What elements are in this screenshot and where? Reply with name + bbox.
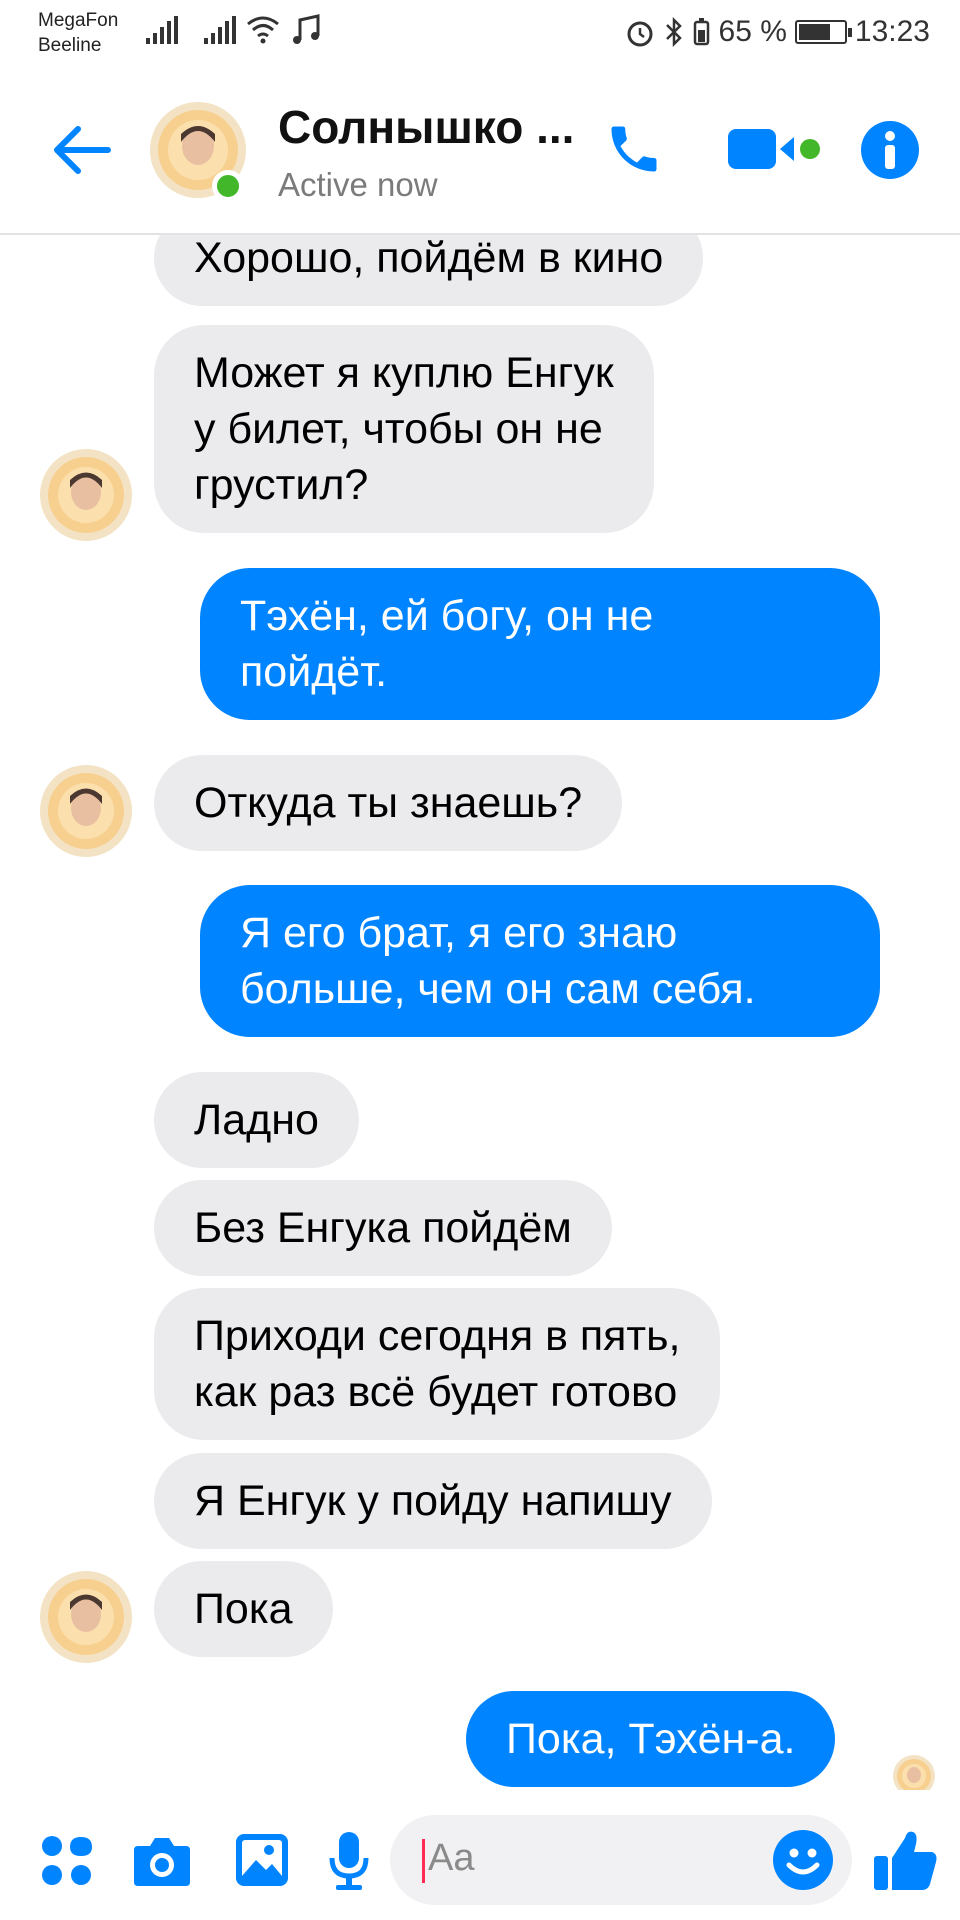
- message-line: Без Енгука пойдём: [194, 1204, 572, 1252]
- thumbs-up-icon[interactable]: [872, 1826, 940, 1894]
- signal-1-icon: [146, 16, 178, 44]
- composer-bar: Aa: [0, 1790, 960, 1920]
- message-line: Пока, Тэхён-а.: [506, 1715, 796, 1763]
- carrier-1: MegaFon: [38, 10, 119, 31]
- message-bubble-outgoing[interactable]: Пока, Тэхён-а.: [466, 1691, 836, 1787]
- status-right: 65 % 13:23: [625, 14, 930, 50]
- message-line: Может я куплю Енгук: [194, 349, 614, 397]
- message-bubble-outgoing[interactable]: Тэхён, ей богу, он не пойдёт.: [200, 568, 880, 720]
- message-bubble-incoming[interactable]: Без Енгука пойдём: [154, 1180, 612, 1276]
- status-bar: MegaFon Beeline 65 % 13:23: [0, 0, 960, 70]
- message-line: Приходи сегодня в пять,: [194, 1312, 681, 1360]
- message-bubble-incoming[interactable]: Может я куплю Енгук у билет, чтобы он не…: [154, 325, 654, 533]
- message-input[interactable]: Aa: [390, 1815, 852, 1905]
- message-bubble-incoming[interactable]: Пока: [154, 1561, 333, 1657]
- carrier-names: MegaFon Beeline: [38, 8, 118, 58]
- battery-fill: [798, 24, 831, 40]
- online-indicator: [212, 170, 244, 202]
- message-bubble-incoming[interactable]: Хорошо, пойдём в кино: [154, 235, 704, 306]
- microphone-icon[interactable]: [328, 1830, 370, 1892]
- message-line: как раз всё будет готово: [194, 1368, 678, 1416]
- text-cursor: [422, 1839, 425, 1883]
- music-note-icon: [293, 14, 320, 44]
- message-line: Я Енгук у пойду напишу: [194, 1477, 672, 1525]
- message-bubble-outgoing[interactable]: Я его брат, я его знаю больше, чем он са…: [200, 885, 880, 1037]
- contact-avatar-small[interactable]: [40, 765, 132, 857]
- battery-icon: [794, 20, 852, 44]
- message-bubble-incoming[interactable]: Я Енгук у пойду напишу: [154, 1453, 712, 1549]
- signal-2-icon: [204, 16, 236, 44]
- video-camera-icon[interactable]: [728, 125, 822, 173]
- four-dots-icon[interactable]: [40, 1834, 94, 1888]
- image-icon[interactable]: [234, 1832, 290, 1888]
- clock: 13:23: [854, 15, 930, 48]
- message-line: Откуда ты знаешь?: [194, 779, 583, 827]
- message-line: Пока: [194, 1585, 293, 1633]
- conversation-header: Солнышко ... Active now: [0, 70, 960, 235]
- message-bubble-incoming[interactable]: Откуда ты знаешь?: [154, 755, 623, 851]
- message-list[interactable]: Хорошо, пойдём в кино Может я куплю Енгу…: [0, 235, 960, 1790]
- contact-name[interactable]: Солнышко ...: [278, 100, 574, 154]
- message-bubble-incoming[interactable]: Ладно: [154, 1072, 359, 1168]
- back-arrow-icon[interactable]: [52, 125, 112, 175]
- contact-avatar-small[interactable]: [40, 449, 132, 541]
- info-icon[interactable]: [860, 120, 920, 180]
- message-line: Я его брат, я его знаю: [240, 909, 678, 957]
- message-bubble-incoming[interactable]: Приходи сегодня в пять, как раз всё буде…: [154, 1288, 721, 1440]
- contact-status: Active now: [278, 166, 438, 203]
- camera-icon[interactable]: [132, 1834, 192, 1888]
- bluetooth-icon: [665, 17, 682, 47]
- message-line: Хорошо, пойдём в кино: [194, 235, 664, 282]
- message-line: пойдёт.: [240, 648, 388, 696]
- message-line: Тэхён, ей богу, он не: [240, 592, 654, 640]
- smiley-icon[interactable]: [772, 1829, 834, 1891]
- battery-percent: 65 %: [718, 15, 787, 48]
- carrier-2: Beeline: [38, 35, 102, 56]
- contact-avatar-small[interactable]: [40, 1571, 132, 1663]
- message-line: грустил?: [194, 461, 369, 509]
- message-input-placeholder: Aa: [428, 1837, 475, 1879]
- message-line: больше, чем он сам себя.: [240, 965, 756, 1013]
- seen-receipt-avatar: [893, 1755, 935, 1790]
- wifi-icon: [247, 16, 279, 44]
- alarm-icon: [627, 21, 653, 47]
- battery-small-icon: [693, 18, 709, 46]
- message-line: у билет, чтобы он не: [194, 405, 603, 453]
- phone-icon[interactable]: [604, 118, 664, 180]
- message-line: Ладно: [194, 1096, 319, 1144]
